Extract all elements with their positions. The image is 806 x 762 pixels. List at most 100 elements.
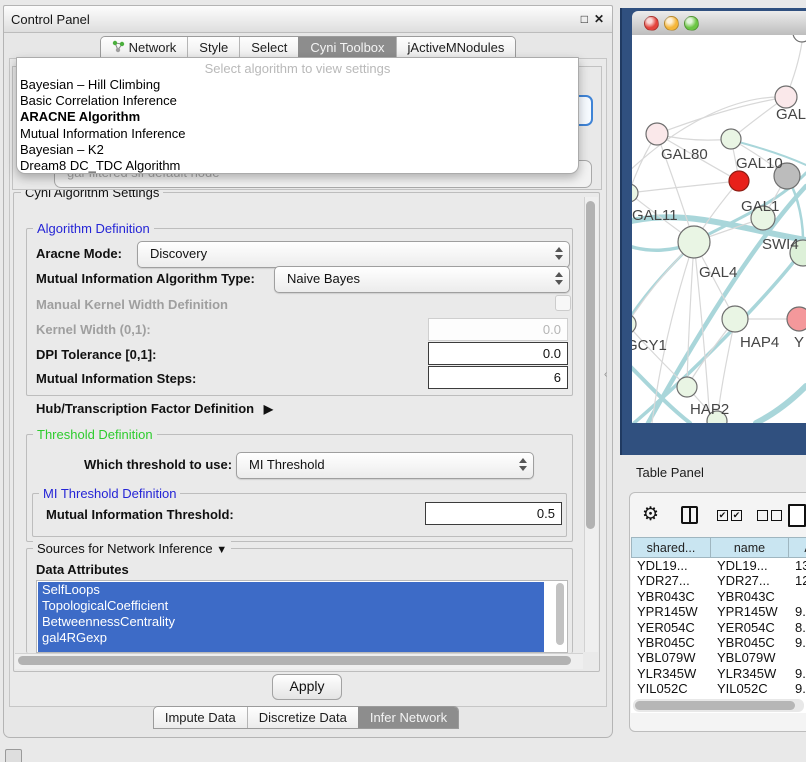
columns-icon[interactable] [681, 506, 698, 524]
network-node-gcy1[interactable] [632, 314, 636, 334]
node-table[interactable]: shared...nameA YDL19...YDL19...13YDR27..… [631, 537, 806, 713]
tab-infer-network[interactable]: Infer Network [358, 707, 458, 728]
network-canvas[interactable]: GALGAL80GAL10GAL11GAL1SWI4GAL4GCY1HAP4YH… [632, 35, 806, 423]
dropdown-item[interactable]: Dream8 DC_TDC Algorithm [17, 158, 578, 174]
network-node-y[interactable] [787, 307, 806, 331]
table-cell: 13 [789, 558, 806, 573]
tab-cyni-toolbox[interactable]: Cyni Toolbox [298, 37, 395, 58]
settings-vertical-scrollbar-thumb[interactable] [586, 201, 595, 529]
table-row[interactable]: YLR345WYLR345W9. [631, 666, 806, 681]
list-scrollbar-thumb[interactable] [556, 583, 564, 645]
tab-jactivemnodules[interactable]: jActiveMNodules [396, 37, 516, 58]
mi-threshold-definition-title: MI Threshold Definition [39, 486, 180, 501]
settings-horizontal-scrollbar-thumb[interactable] [18, 656, 571, 665]
tab-select[interactable]: Select [239, 37, 298, 58]
table-horizontal-scrollbar-thumb[interactable] [635, 701, 795, 710]
dropdown-item[interactable]: Mutual Information Inference [17, 126, 578, 142]
close-panel-icon[interactable]: ✕ [594, 12, 604, 26]
mi-type-combo[interactable]: Naive Bayes [274, 266, 570, 293]
table-row[interactable]: YDL19...YDL19...13 [631, 558, 806, 573]
table-cell: YDL19... [631, 558, 711, 573]
screenshot-root: Control Panel □ ✕ NetworkStyleSelectCyni… [0, 0, 806, 762]
node-label: SWI4 [762, 236, 799, 253]
tab-impute-data[interactable]: Impute Data [154, 707, 247, 728]
mi-type-label: Mutual Information Algorithm Type: [36, 271, 255, 286]
checked-box-icon[interactable]: ✔ [717, 510, 728, 521]
table-cell: YBR045C [711, 635, 789, 650]
tab-network[interactable]: Network [101, 37, 188, 58]
tab-discretize-data[interactable]: Discretize Data [247, 707, 358, 728]
unchecked-box-icon[interactable] [757, 510, 768, 521]
hub-definition-toggle[interactable]: Hub/Transcription Factor Definition ▶ [36, 401, 273, 416]
network-node-hap4[interactable] [722, 306, 748, 332]
which-threshold-label: Which threshold to use: [84, 457, 232, 472]
split-divider-arrow-icon[interactable]: ‹ [604, 369, 607, 380]
table-cell [789, 650, 806, 665]
mi-threshold-field[interactable]: 0.5 [425, 502, 562, 525]
checked-box-icon[interactable]: ✔ [731, 510, 742, 521]
bottom-tab-bar: Impute DataDiscretize DataInfer Network [0, 706, 612, 730]
dropdown-item[interactable]: ARACNE Algorithm [17, 109, 578, 125]
table-row[interactable]: YBL079WYBL079W [631, 650, 806, 665]
data-attributes-list[interactable]: SelfLoopsTopologicalCoefficientBetweenne… [36, 580, 568, 653]
zoom-window-icon[interactable] [684, 16, 699, 31]
table-row[interactable]: YIL052CYIL052C9. [631, 681, 806, 696]
close-window-icon[interactable] [644, 16, 659, 31]
apply-button[interactable]: Apply [272, 674, 342, 700]
network-edge [756, 386, 806, 423]
table-row[interactable]: YBR045CYBR045C9. [631, 635, 806, 650]
column-header-name[interactable]: name [711, 537, 789, 558]
table-cell: YBL079W [631, 650, 711, 665]
attribute-list-item[interactable]: TopologicalCoefficient [38, 598, 544, 614]
control-panel-titlebar: Control Panel □ ✕ [4, 6, 612, 33]
attribute-list-item[interactable]: gal4RGexp [38, 630, 544, 646]
node-label: GAL1 [741, 198, 779, 215]
gear-icon[interactable]: ⚙ [642, 503, 659, 526]
dpi-tolerance-field[interactable]: 0.0 [428, 342, 568, 365]
document-icon[interactable] [788, 504, 806, 527]
network-node-hap2[interactable] [677, 377, 697, 397]
algorithm-definition-title: Algorithm Definition [33, 221, 154, 236]
manual-kernel-checkbox[interactable] [555, 295, 571, 311]
dropdown-placeholder: Select algorithm to view settings [17, 60, 578, 77]
which-threshold-combo[interactable]: MI Threshold [236, 452, 534, 479]
table-cell: 9. [789, 666, 806, 681]
mi-steps-field[interactable]: 6 [428, 366, 568, 389]
column-header-shared[interactable]: shared... [631, 537, 711, 558]
table-cell: YDR27... [711, 573, 789, 588]
minimize-window-icon[interactable] [664, 16, 679, 31]
table-row[interactable]: YPR145WYPR145W9. [631, 604, 806, 619]
dropdown-item[interactable]: Bayesian – K2 [17, 142, 578, 158]
table-row[interactable]: YER054CYER054C8. [631, 620, 806, 635]
table-cell: YBR043C [631, 589, 711, 604]
attribute-list-item[interactable]: SelfLoops [38, 582, 544, 598]
tab-style[interactable]: Style [187, 37, 239, 58]
unchecked-box-icon[interactable] [771, 510, 782, 521]
network-node-gal4[interactable] [678, 226, 710, 258]
expand-right-icon: ▶ [264, 402, 273, 416]
dropdown-item[interactable]: Bayesian – Hill Climbing [17, 77, 578, 93]
network-node[interactable] [793, 35, 806, 42]
kernel-width-field[interactable]: 0.0 [428, 318, 568, 341]
float-panel-icon[interactable]: □ [581, 12, 588, 26]
node-label: GAL10 [736, 155, 783, 172]
table-cell: YDL19... [711, 558, 789, 573]
dropdown-item[interactable]: Basic Correlation Inference [17, 93, 578, 109]
network-node-gal80[interactable] [646, 123, 668, 145]
aracne-mode-combo[interactable]: Discovery [137, 241, 570, 268]
top-tab-bar: NetworkStyleSelectCyni ToolboxjActiveMNo… [4, 36, 612, 59]
table-cell: 12 [789, 573, 806, 588]
attribute-list-item[interactable]: BetweennessCentrality [38, 614, 544, 630]
network-node[interactable] [729, 171, 749, 191]
panel-grip-icon[interactable] [5, 749, 22, 762]
node-label: GCY1 [632, 337, 667, 354]
table-row[interactable]: YDR27...YDR27...12 [631, 573, 806, 588]
network-node-gal[interactable] [775, 86, 797, 108]
combo-arrows-icon [555, 247, 562, 261]
column-header-a[interactable]: A [789, 537, 806, 558]
table-cell: YIL052C [711, 681, 789, 696]
network-node-gal10[interactable] [721, 129, 741, 149]
kernel-width-label: Kernel Width (0,1): [36, 322, 151, 337]
table-row[interactable]: YBR043CYBR043C [631, 589, 806, 604]
sources-toggle[interactable]: Sources for Network Inference ▼ [33, 541, 231, 556]
